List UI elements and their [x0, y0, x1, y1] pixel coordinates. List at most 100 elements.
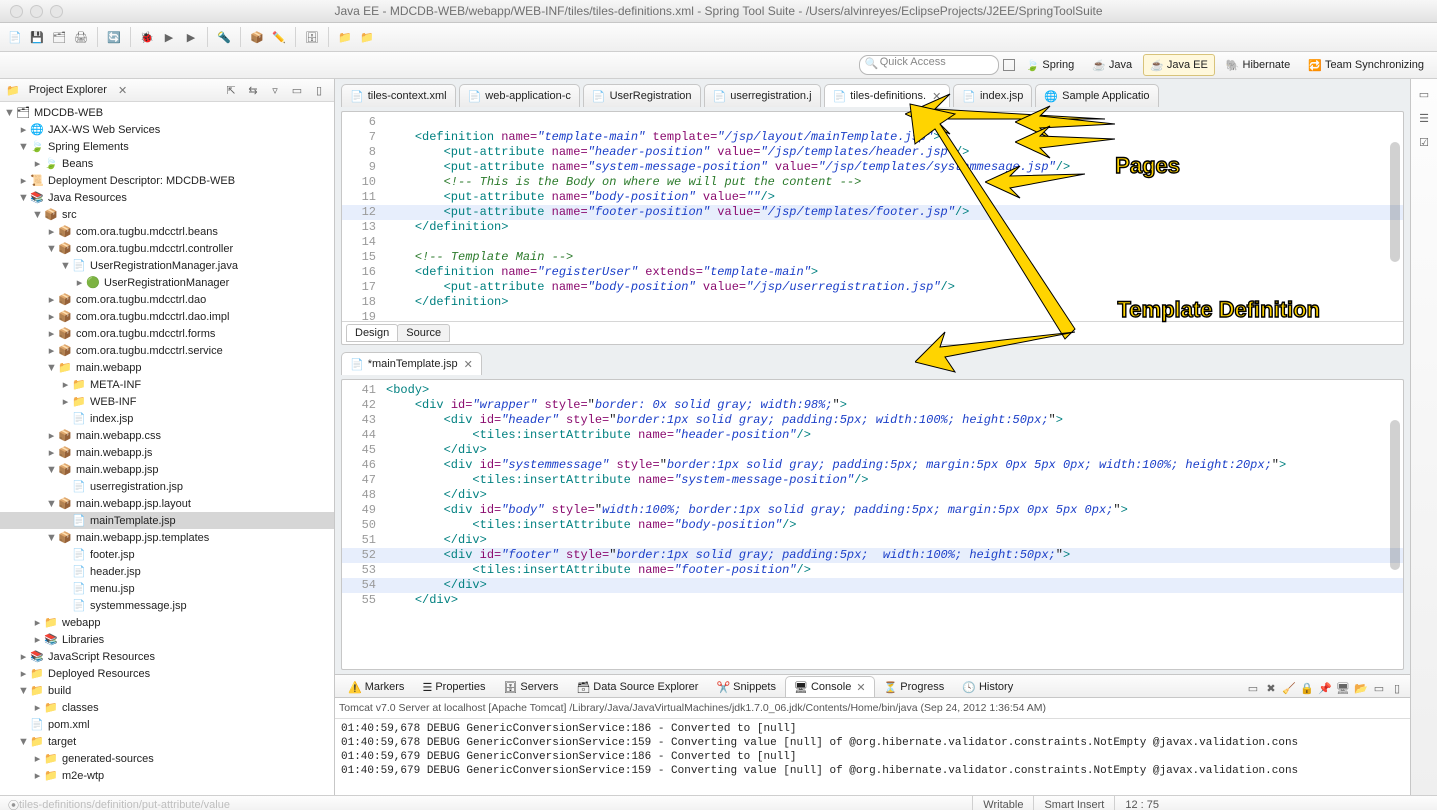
- scrollbar-thumb[interactable]: [1390, 142, 1400, 262]
- perspective-team-sync[interactable]: 🔁Team Synchronizing: [1301, 54, 1431, 76]
- tab-userregistration-j[interactable]: 📄userregistration.j: [704, 84, 821, 107]
- minimize-view-icon[interactable]: ▭: [1370, 679, 1388, 697]
- open-type-button[interactable]: 📦: [248, 28, 266, 46]
- btab-console[interactable]: 🖥Console ✕: [785, 676, 875, 697]
- tree-pkg-forms[interactable]: com.ora.tugbu.mdcctrl.forms: [76, 328, 215, 340]
- btab-dse[interactable]: 🗃Data Source Explorer: [567, 676, 707, 697]
- tree-main-js[interactable]: main.webapp.js: [76, 447, 152, 459]
- tree-project[interactable]: MDCDB-WEB: [34, 107, 103, 119]
- tree-sysmsg[interactable]: systemmessage.jsp: [90, 600, 187, 612]
- tree-urm-class[interactable]: UserRegistrationManager: [104, 277, 229, 289]
- tree-spring-elements[interactable]: Spring Elements: [48, 141, 129, 153]
- tasks-icon[interactable]: ☑: [1415, 133, 1433, 151]
- perspective-java-ee[interactable]: ☕Java EE: [1143, 54, 1215, 76]
- tree-urm-java[interactable]: UserRegistrationManager.java: [90, 260, 238, 272]
- tree-target[interactable]: target: [48, 736, 76, 748]
- close-tab-icon[interactable]: ✕: [932, 90, 941, 103]
- tree-webapp-folder[interactable]: webapp: [62, 617, 101, 629]
- save-button[interactable]: 💾: [28, 28, 46, 46]
- tab-maintemplate-jsp[interactable]: 📄*mainTemplate.jsp✕: [341, 352, 482, 375]
- perspective-hibernate[interactable]: 🐘Hibernate: [1219, 54, 1297, 76]
- close-tab-icon[interactable]: ✕: [464, 358, 473, 371]
- tree-java-resources[interactable]: Java Resources: [48, 192, 127, 204]
- tree-gen-sources[interactable]: generated-sources: [62, 753, 154, 765]
- tree-maintemplate[interactable]: mainTemplate.jsp: [90, 515, 176, 527]
- perspective-spring[interactable]: 🍃Spring: [1019, 54, 1082, 76]
- tree-m2e[interactable]: m2e-wtp: [62, 770, 104, 782]
- btab-progress[interactable]: ⏳Progress: [875, 676, 954, 697]
- tab-sample-app[interactable]: 🌐Sample Applicatio: [1035, 84, 1158, 107]
- tree-main-templates[interactable]: main.webapp.jsp.templates: [76, 532, 209, 544]
- tiles-definitions-editor[interactable]: 6 7 <definition name="template-main" tem…: [341, 111, 1404, 345]
- tree-build[interactable]: build: [48, 685, 71, 697]
- tree-web-inf[interactable]: WEB-INF: [90, 396, 136, 408]
- code-area-bottom[interactable]: 41<body> 42 <div id="wrapper" style="bor…: [342, 380, 1403, 669]
- outline-icon[interactable]: ☰: [1415, 109, 1433, 127]
- link-editor-icon[interactable]: ⇆: [244, 81, 262, 99]
- quick-access-input[interactable]: Quick Access: [859, 55, 999, 75]
- minimize-view-icon[interactable]: ▭: [288, 81, 306, 99]
- collapse-all-icon[interactable]: ⇱: [222, 81, 240, 99]
- open-perspective-icon[interactable]: [1003, 59, 1015, 71]
- close-icon[interactable]: ✕: [856, 681, 865, 694]
- tree-deploy-desc[interactable]: Deployment Descriptor: MDCDB-WEB: [48, 175, 235, 187]
- run-last-button[interactable]: ▶: [182, 28, 200, 46]
- nav-folder-icon[interactable]: 📁: [336, 28, 354, 46]
- tree-pkg-daoimpl[interactable]: com.ora.tugbu.mdcctrl.dao.impl: [76, 311, 229, 323]
- tree-src[interactable]: src: [62, 209, 77, 221]
- tab-tiles-definitions[interactable]: 📄tiles-definitions.✕: [824, 84, 951, 107]
- btab-markers[interactable]: ⚠️Markers: [339, 676, 413, 697]
- btab-properties[interactable]: ☰Properties: [413, 676, 494, 697]
- nav-folder-icon-2[interactable]: 📁: [358, 28, 376, 46]
- source-tab[interactable]: Source: [397, 324, 450, 342]
- terminate-icon[interactable]: ▭: [1244, 679, 1262, 697]
- tree-pkg-controller[interactable]: com.ora.tugbu.mdcctrl.controller: [76, 243, 233, 255]
- pin-console-icon[interactable]: 📌: [1316, 679, 1334, 697]
- tab-web-application[interactable]: 📄web-application-c: [459, 84, 580, 107]
- tree-main-css[interactable]: main.webapp.css: [76, 430, 161, 442]
- tree-libraries[interactable]: Libraries: [62, 634, 104, 646]
- tree-pkg-dao[interactable]: com.ora.tugbu.mdcctrl.dao: [76, 294, 206, 306]
- perspective-java[interactable]: ☕Java: [1085, 54, 1139, 76]
- view-menu-icon[interactable]: ▿: [266, 81, 284, 99]
- open-console-icon[interactable]: 📂: [1352, 679, 1370, 697]
- tree-classes[interactable]: classes: [62, 702, 99, 714]
- close-icon[interactable]: ✕: [118, 84, 127, 97]
- btab-servers[interactable]: 🗄Servers: [494, 676, 567, 697]
- design-tab[interactable]: Design: [346, 324, 398, 342]
- tree-js-resources[interactable]: JavaScript Resources: [48, 651, 155, 663]
- search-button[interactable]: 🔦: [215, 28, 233, 46]
- open-task-button[interactable]: ✏️: [270, 28, 288, 46]
- maintemplate-editor[interactable]: 41<body> 42 <div id="wrapper" style="bor…: [341, 379, 1404, 670]
- tree-pkg-service[interactable]: com.ora.tugbu.mdcctrl.service: [76, 345, 223, 357]
- btab-history[interactable]: 🕓History: [953, 676, 1022, 697]
- tree-footer[interactable]: footer.jsp: [90, 549, 135, 561]
- display-console-icon[interactable]: 🖥: [1334, 679, 1352, 697]
- maximize-view-icon[interactable]: ▯: [1388, 679, 1406, 697]
- clear-console-icon[interactable]: 🧹: [1280, 679, 1298, 697]
- tree-index-jsp[interactable]: index.jsp: [90, 413, 133, 425]
- tree-header[interactable]: header.jsp: [90, 566, 141, 578]
- tree-menu[interactable]: menu.jsp: [90, 583, 135, 595]
- tree-deployed-resources[interactable]: Deployed Resources: [48, 668, 150, 680]
- tree-ur-jsp[interactable]: userregistration.jsp: [90, 481, 183, 493]
- new-button[interactable]: 📄: [6, 28, 24, 46]
- restore-icon[interactable]: ▭: [1415, 85, 1433, 103]
- scroll-lock-icon[interactable]: 🔒: [1298, 679, 1316, 697]
- tree-main-jsp[interactable]: main.webapp.jsp: [76, 464, 159, 476]
- tab-user-registration[interactable]: 📄UserRegistration: [583, 84, 701, 107]
- relaunch-button[interactable]: 🔄: [105, 28, 123, 46]
- save-all-button[interactable]: 🗂: [50, 28, 68, 46]
- tree-main-webapp[interactable]: main.webapp: [76, 362, 141, 374]
- project-tree[interactable]: ▼🗂MDCDB-WEB ▸🌐JAX-WS Web Services ▼🍃Spri…: [0, 102, 334, 795]
- new-server-icon[interactable]: 🗄: [303, 28, 321, 46]
- code-area-top[interactable]: 6 7 <definition name="template-main" tem…: [342, 112, 1403, 321]
- run-button[interactable]: ▶: [160, 28, 178, 46]
- tab-tiles-context[interactable]: 📄tiles-context.xml: [341, 84, 456, 107]
- btab-snippets[interactable]: ✂️Snippets: [707, 676, 785, 697]
- scrollbar-thumb[interactable]: [1390, 420, 1400, 570]
- maximize-view-icon[interactable]: ▯: [310, 81, 328, 99]
- tree-pom[interactable]: pom.xml: [48, 719, 90, 731]
- tree-main-layout[interactable]: main.webapp.jsp.layout: [76, 498, 191, 510]
- tree-jaxws[interactable]: JAX-WS Web Services: [48, 124, 160, 136]
